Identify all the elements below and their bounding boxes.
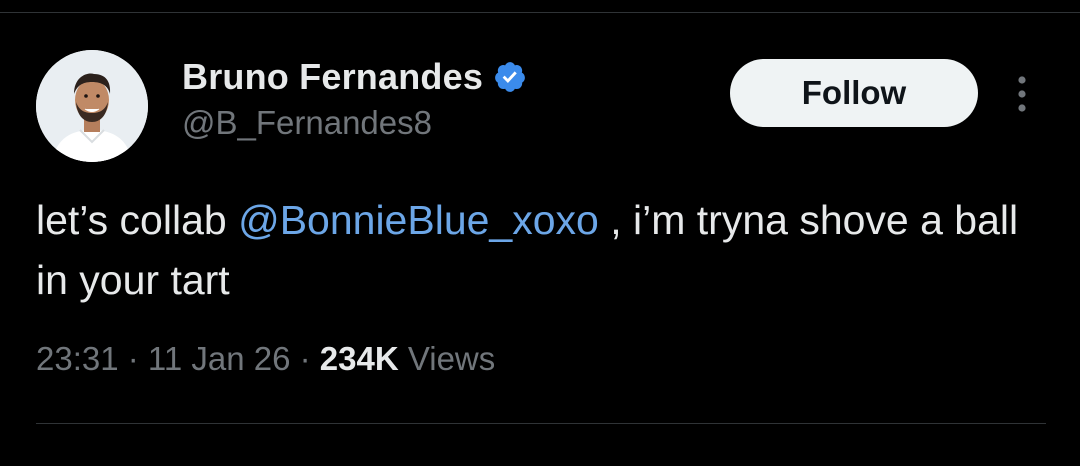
tweet-time[interactable]: 23:31 xyxy=(36,340,119,377)
top-divider xyxy=(0,12,1080,13)
tweet-meta: 23:31 · 11 Jan 26 · 234K Views xyxy=(36,340,495,378)
more-vertical-icon[interactable] xyxy=(1010,72,1034,116)
mention-link[interactable]: @BonnieBlue_xoxo xyxy=(238,197,599,243)
tweet-date[interactable]: 11 Jan 26 xyxy=(148,340,291,377)
author-display-name[interactable]: Bruno Fernandes xyxy=(182,56,483,98)
meta-separator: · xyxy=(118,340,148,377)
meta-separator: · xyxy=(290,340,320,377)
verified-badge-icon xyxy=(493,60,527,94)
avatar[interactable] xyxy=(36,50,148,162)
tweet-text: let’s collab @BonnieBlue_xoxo , i’m tryn… xyxy=(36,190,1046,310)
bottom-divider xyxy=(36,423,1046,424)
views-label: Views xyxy=(407,340,496,377)
author-name-row[interactable]: Bruno Fernandes xyxy=(182,56,527,98)
views-count: 234K xyxy=(319,340,399,377)
avatar-photo-icon xyxy=(36,50,148,162)
follow-button[interactable]: Follow xyxy=(730,59,978,127)
tweet-text-before: let’s collab xyxy=(36,197,239,243)
views-label-space xyxy=(399,340,408,377)
author-handle[interactable]: @B_Fernandes8 xyxy=(182,104,432,142)
